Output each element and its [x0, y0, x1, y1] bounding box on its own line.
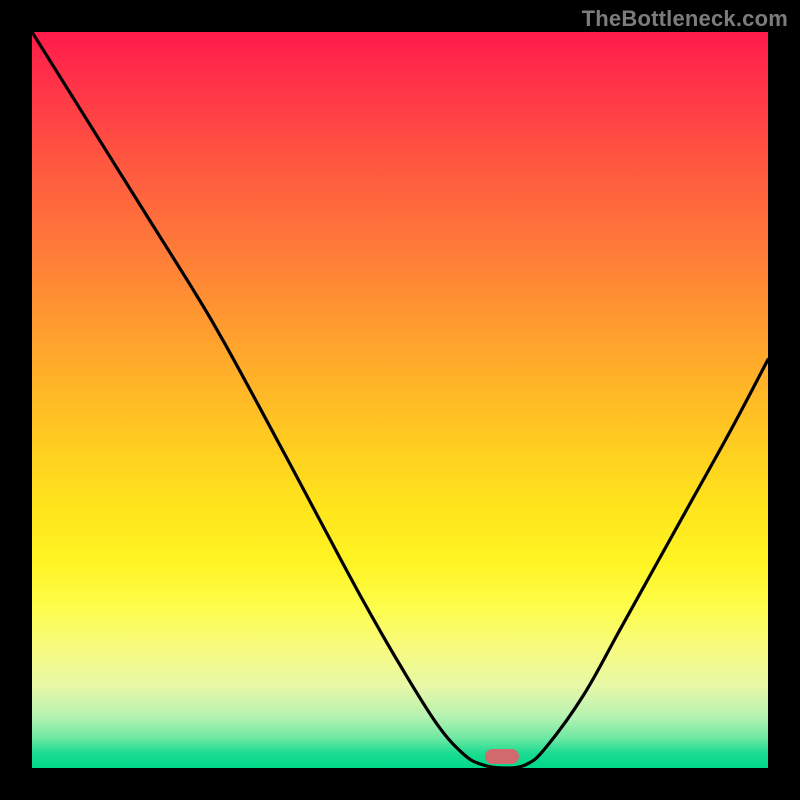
chart-frame: TheBottleneck.com	[0, 0, 800, 800]
watermark-text: TheBottleneck.com	[582, 6, 788, 32]
bottleneck-curve	[32, 32, 768, 768]
minimum-marker	[485, 749, 519, 764]
plot-area	[32, 32, 768, 768]
curve-svg	[32, 32, 768, 768]
